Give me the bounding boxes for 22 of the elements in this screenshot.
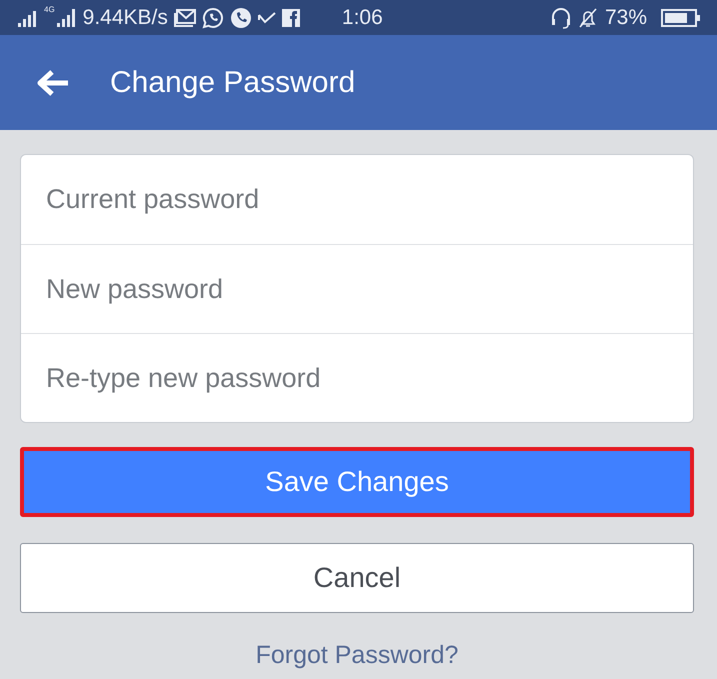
chat-icon — [202, 6, 224, 28]
forgot-password-link[interactable]: Forgot Password? — [256, 641, 458, 670]
password-field[interactable]: New password — [21, 244, 693, 333]
network-type: 4G — [44, 6, 55, 14]
signal-icon — [56, 8, 77, 26]
back-arrow-icon[interactable] — [36, 68, 70, 96]
signal-icon — [18, 8, 38, 26]
headset-icon — [550, 6, 571, 28]
mail-icon — [174, 8, 196, 26]
cancel-button[interactable]: Cancel — [20, 543, 694, 613]
battery-percent: 73% — [604, 6, 647, 30]
muted-bell-icon — [576, 6, 599, 28]
check-icon — [258, 10, 276, 24]
clock-time: 1:06 — [342, 6, 383, 30]
password-field[interactable]: Re-type new password — [21, 333, 693, 422]
battery-icon — [661, 8, 701, 26]
phone-icon — [230, 6, 252, 28]
save-button[interactable]: Save Changes — [20, 447, 694, 517]
page-title: Change Password — [110, 66, 356, 100]
network-speed: 9.44KB/s — [82, 6, 168, 30]
facebook-icon — [282, 8, 300, 26]
password-field[interactable]: Current password — [21, 155, 693, 244]
